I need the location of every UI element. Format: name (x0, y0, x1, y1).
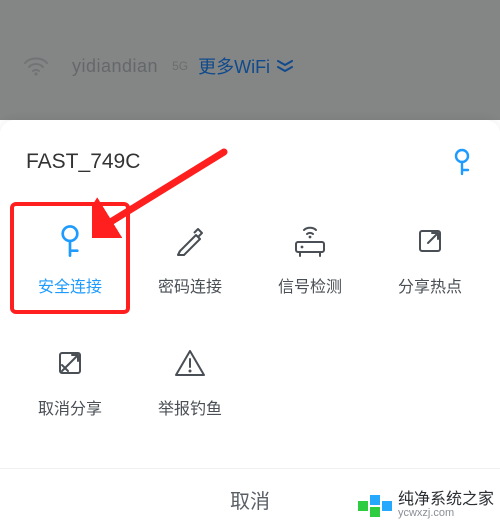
screen: yidiandian 5G 更多WiFi FAST_749C 安全连接 (0, 0, 500, 530)
action-cancel-share[interactable]: 取消分享 (10, 324, 130, 436)
action-share-hotspot[interactable]: 分享热点 (370, 202, 490, 314)
warning-icon (168, 341, 212, 385)
pencil-icon (168, 219, 212, 263)
action-signal-test[interactable]: 信号检测 (250, 202, 370, 314)
wifi-action-sheet: FAST_749C 安全连接 密码连接 (0, 120, 500, 530)
action-label: 分享热点 (398, 273, 462, 297)
action-label: 密码连接 (158, 273, 222, 297)
share-icon (408, 219, 452, 263)
action-label: 举报钓鱼 (158, 395, 222, 419)
cancel-button[interactable]: 取消 (230, 485, 270, 514)
sheet-title: FAST_749C (26, 150, 140, 174)
router-icon (288, 219, 332, 263)
watermark-logo-icon (358, 495, 392, 517)
watermark-url: ycwxzj.com (398, 508, 494, 520)
modal-scrim[interactable] (0, 0, 500, 120)
action-grid: 安全连接 密码连接 信号检测 分享热点 (0, 184, 500, 436)
unshare-icon (48, 341, 92, 385)
action-label: 信号检测 (278, 273, 342, 297)
action-label: 安全连接 (38, 273, 102, 297)
sheet-header: FAST_749C (0, 120, 500, 184)
action-password-connect[interactable]: 密码连接 (130, 202, 250, 314)
watermark-text: 纯净系统之家 (398, 492, 494, 509)
watermark: 纯净系统之家 ycwxzj.com (358, 492, 494, 520)
action-label: 取消分享 (38, 395, 102, 419)
key-icon (450, 148, 474, 176)
action-secure-connect[interactable]: 安全连接 (10, 202, 130, 314)
key-icon (48, 219, 92, 263)
action-report-phishing[interactable]: 举报钓鱼 (130, 324, 250, 436)
